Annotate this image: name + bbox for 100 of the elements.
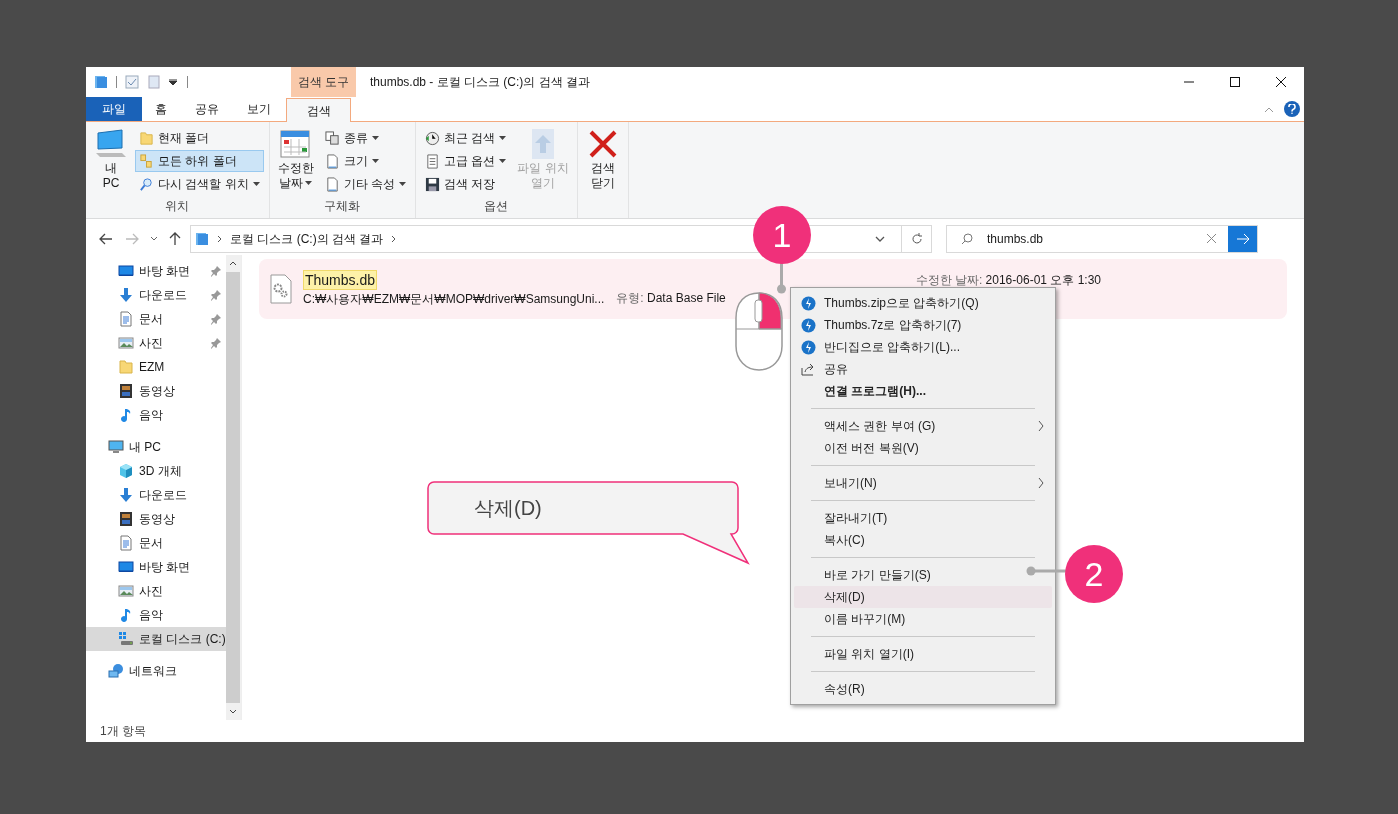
file-date: 2016-06-01 오후 1:30 bbox=[985, 273, 1101, 287]
menu-item[interactable]: 공유 bbox=[794, 358, 1052, 380]
menu-item[interactable]: Thumbs.zip으로 압축하기(Q) bbox=[794, 292, 1052, 314]
computer-icon bbox=[108, 439, 124, 455]
ribbon-tab[interactable]: 홈 bbox=[142, 97, 180, 121]
clock-icon bbox=[425, 130, 440, 146]
nav-item[interactable]: 동영상 bbox=[86, 507, 226, 531]
ribbon-tab[interactable]: 파일 bbox=[86, 97, 142, 121]
date-label: 수정한 날짜: bbox=[915, 273, 983, 287]
nav-item[interactable]: 다운로드 bbox=[86, 483, 226, 507]
ribbon-large-button[interactable]: 수정한 날짜 bbox=[274, 127, 317, 191]
nav-item[interactable]: 사진 bbox=[86, 331, 226, 355]
ribbon-tab[interactable]: 검색 bbox=[286, 98, 351, 122]
ribbon-button[interactable]: 종류 bbox=[320, 127, 410, 149]
ribbon-tab[interactable]: 보기 bbox=[234, 97, 284, 121]
nav-item[interactable]: 다운로드 bbox=[86, 283, 226, 307]
customize-toolbar-button[interactable] bbox=[169, 77, 179, 87]
menu-item[interactable]: 삭제(D) bbox=[794, 586, 1052, 608]
collapse-icon bbox=[1264, 107, 1274, 113]
nav-item[interactable]: 바탕 화면 bbox=[86, 259, 226, 283]
nav-item[interactable]: 동영상 bbox=[86, 379, 226, 403]
file-path: C:₩사용자₩EZM₩문서₩MOP₩driver₩SamsungUni... bbox=[303, 291, 605, 308]
checkmark-icon bbox=[125, 75, 139, 89]
search-go-button[interactable] bbox=[1228, 225, 1257, 252]
menu-item[interactable]: 액세스 권한 부여 (G) bbox=[794, 415, 1052, 437]
arrow-down-icon bbox=[118, 487, 134, 503]
arrow-down-icon bbox=[118, 287, 134, 303]
maximize-icon bbox=[1230, 77, 1240, 87]
nav-item[interactable]: 사진 bbox=[86, 579, 226, 603]
help-icon[interactable] bbox=[1284, 101, 1300, 117]
lightning-icon bbox=[801, 295, 816, 311]
nav-item[interactable]: EZM bbox=[86, 355, 226, 379]
image-icon bbox=[118, 335, 134, 351]
menu-item[interactable]: 이전 버전 복원(V) bbox=[794, 437, 1052, 459]
menu-item[interactable]: 연결 프로그램(H)... bbox=[794, 380, 1052, 402]
nav-item[interactable]: 음악 bbox=[86, 403, 226, 427]
menu-item[interactable]: 보내기(N) bbox=[794, 472, 1052, 494]
menu-item[interactable]: 잘라내기(T) bbox=[794, 507, 1052, 529]
folder-icon bbox=[94, 75, 108, 89]
question-icon bbox=[1288, 104, 1296, 114]
close-icon bbox=[1276, 77, 1286, 87]
film-icon bbox=[118, 511, 134, 527]
ribbon-button[interactable]: 현재 폴더 bbox=[135, 127, 264, 149]
arrow-right-icon bbox=[125, 232, 139, 245]
nav-item[interactable]: 내 PC bbox=[86, 435, 226, 459]
document-icon bbox=[118, 311, 134, 327]
menu-item[interactable]: 파일 위치 열기(I) bbox=[794, 643, 1052, 665]
ribbon-button[interactable]: 검색 저장 bbox=[421, 173, 511, 195]
scrollbar[interactable] bbox=[225, 255, 241, 720]
caret-icon bbox=[499, 135, 507, 141]
ribbon-button[interactable]: 다시 검색할 위치 bbox=[135, 173, 264, 195]
cube-icon bbox=[118, 463, 134, 479]
chevron-down-icon bbox=[875, 235, 885, 242]
nav-item[interactable]: 문서 bbox=[86, 307, 226, 331]
clear-icon bbox=[1207, 234, 1216, 243]
monitor-icon bbox=[118, 559, 134, 575]
chevron-right-icon bbox=[1038, 420, 1044, 432]
nav-item[interactable]: 로컬 디스크 (C:) bbox=[86, 627, 226, 651]
chevron-right-icon bbox=[391, 234, 397, 243]
ribbon-group-label: 옵션 bbox=[483, 198, 510, 215]
folder-icon bbox=[195, 231, 209, 246]
chevron-down-icon bbox=[150, 236, 158, 241]
refresh-icon bbox=[910, 232, 923, 245]
nav-item[interactable]: 네트워크 bbox=[86, 659, 226, 683]
ribbon-tab[interactable]: 공유 bbox=[182, 97, 232, 121]
caret-icon bbox=[371, 135, 379, 141]
nav-item[interactable]: 음악 bbox=[86, 603, 226, 627]
caret-icon bbox=[169, 79, 177, 85]
menu-item[interactable]: 반디집으로 압축하기(L)... bbox=[794, 336, 1052, 358]
ribbon-button[interactable]: 모든 하위 폴더 bbox=[135, 150, 264, 172]
menu-item[interactable]: 바로 가기 만들기(S) bbox=[794, 564, 1052, 586]
contextual-tab-label: 검색 도구 bbox=[291, 67, 356, 97]
menu-item[interactable]: 속성(R) bbox=[794, 678, 1052, 700]
caret-icon bbox=[252, 181, 260, 187]
network-icon bbox=[108, 663, 124, 679]
pin-icon bbox=[209, 337, 222, 349]
ribbon-large-button[interactable]: 검색 닫기 bbox=[582, 127, 623, 191]
share-icon bbox=[801, 362, 815, 376]
item-count: 1개 항목 bbox=[100, 723, 146, 740]
ribbon-button[interactable]: 기타 속성 bbox=[320, 173, 410, 195]
ribbon-button[interactable]: 고급 옵션 bbox=[421, 150, 511, 172]
search-icon bbox=[961, 232, 973, 245]
arrow-left-icon bbox=[99, 232, 113, 245]
ribbon-large-button[interactable]: 내 PC bbox=[91, 127, 131, 191]
list-icon bbox=[425, 153, 440, 169]
nav-item[interactable]: 바탕 화면 bbox=[86, 555, 226, 579]
window-title: thumbs.db - 로컬 디스크 (C:)의 검색 결과 bbox=[370, 74, 592, 91]
menu-item[interactable]: 이름 바꾸기(M) bbox=[794, 608, 1052, 630]
chevron-right-icon bbox=[1038, 477, 1044, 489]
arrow-up-icon bbox=[169, 231, 181, 246]
files-icon bbox=[324, 130, 340, 146]
ribbon-button[interactable]: 크기 bbox=[320, 150, 410, 172]
search-field[interactable]: thumbs.db bbox=[946, 224, 1258, 253]
nav-item[interactable]: 3D 개체 bbox=[86, 459, 226, 483]
ribbon-button[interactable]: 최근 검색 bbox=[421, 127, 511, 149]
nav-item[interactable]: 문서 bbox=[86, 531, 226, 555]
caret-icon bbox=[399, 181, 406, 187]
menu-item[interactable]: 복사(C) bbox=[794, 529, 1052, 551]
caret-icon bbox=[305, 181, 313, 186]
pin-icon bbox=[209, 289, 222, 301]
